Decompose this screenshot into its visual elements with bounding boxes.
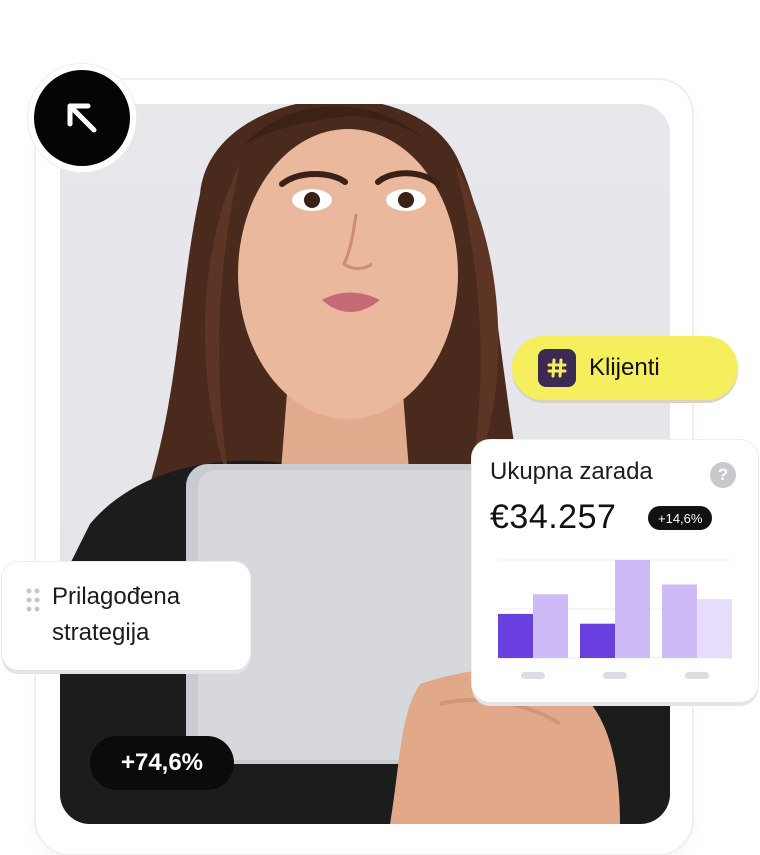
chart-tick-label xyxy=(685,672,709,679)
strategy-label: Prilagođena strategija xyxy=(52,579,180,651)
chart-bar xyxy=(498,613,533,658)
chart-bar xyxy=(697,599,732,658)
chart-bar xyxy=(580,623,615,658)
arrow-badge[interactable] xyxy=(28,64,136,172)
strategy-label-line2: strategija xyxy=(52,619,150,646)
chart-bar xyxy=(615,560,650,658)
arrow-badge-inner xyxy=(34,70,130,166)
arrow-up-left-icon xyxy=(67,103,97,133)
chart-bar xyxy=(533,594,568,658)
earnings-delta-badge: +14,6% xyxy=(648,506,713,530)
question-mark-icon[interactable]: ? xyxy=(710,462,736,488)
earnings-title: Ukupna zarada xyxy=(490,458,653,485)
drag-handle-icon[interactable] xyxy=(26,588,40,612)
strategy-label-line1: Prilagođena xyxy=(52,583,181,610)
earnings-bar-chart xyxy=(498,559,732,679)
clients-label: Klijenti xyxy=(589,354,660,381)
hash-icon xyxy=(538,349,576,387)
earnings-card: Ukupna zarada ? €34.257 +14,6% xyxy=(472,440,758,702)
chart-bar xyxy=(662,584,697,658)
chart-tick-label xyxy=(521,672,545,679)
chart-tick-label xyxy=(603,672,627,679)
strategy-card: Prilagođena strategija xyxy=(2,562,250,670)
earnings-amount: €34.257 xyxy=(490,498,617,536)
clients-pill[interactable]: Klijenti xyxy=(512,336,738,400)
growth-pill: +74,6% xyxy=(90,736,234,790)
